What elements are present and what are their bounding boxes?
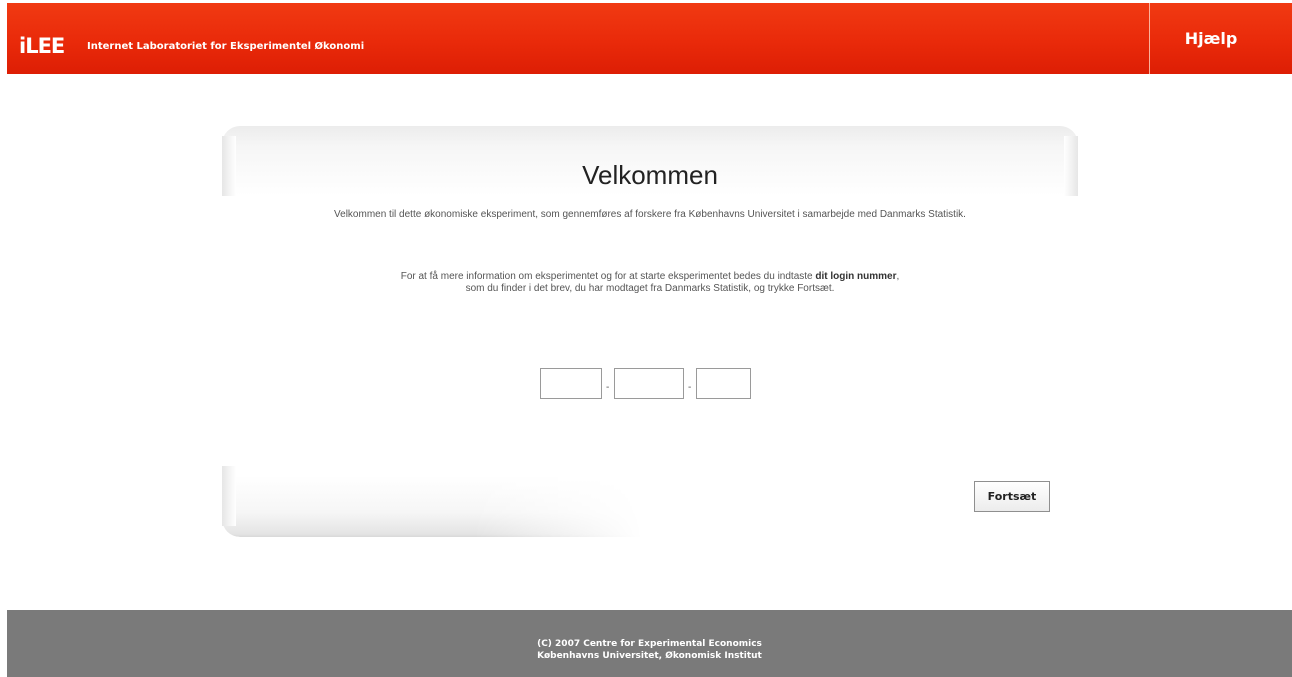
footer-institution: Københavns Universitet, Økonomisk Instit…: [537, 651, 762, 661]
instructions-text-comma: ,: [896, 271, 900, 282]
login-instructions: For at få mere information om eksperimen…: [222, 271, 1078, 295]
footer-bar: (C) 2007 Centre for Experimental Economi…: [7, 610, 1292, 677]
login-separator-1: -: [606, 382, 610, 393]
ilee-logo: iLEE: [19, 34, 65, 58]
footer-copyright: (C) 2007 Centre for Experimental Economi…: [537, 639, 762, 649]
instructions-line-1: For at få mere information om eksperimen…: [222, 271, 1078, 283]
login-field-3[interactable]: [696, 368, 751, 399]
welcome-panel: Velkommen Velkommen til dette økonomiske…: [222, 126, 1078, 537]
login-field-2[interactable]: [614, 368, 684, 399]
help-link[interactable]: Hjælp: [1149, 3, 1292, 74]
login-field-1[interactable]: [540, 368, 602, 399]
instructions-line-2: som du finder i det brev, du har modtage…: [465, 283, 835, 294]
page-title: Velkommen: [582, 160, 718, 190]
intro-text: Velkommen til dette økonomiske eksperime…: [222, 209, 1078, 221]
instructions-text-start: For at få mere information om eksperimen…: [400, 271, 816, 282]
intro-text-body: Velkommen til dette økonomiske eksperime…: [334, 209, 966, 220]
panel-bottom-shade: [222, 476, 642, 537]
panel-bottom-left-shade: [222, 466, 236, 526]
site-tagline: Internet Laboratoriet for Eksperimentel …: [87, 41, 365, 52]
header-bar: iLEE Internet Laboratoriet for Eksperime…: [7, 3, 1292, 74]
login-separator-2: -: [688, 382, 692, 393]
continue-button[interactable]: Fortsæt: [974, 481, 1050, 512]
instructions-login-emphasis: dit login nummer: [815, 271, 897, 282]
